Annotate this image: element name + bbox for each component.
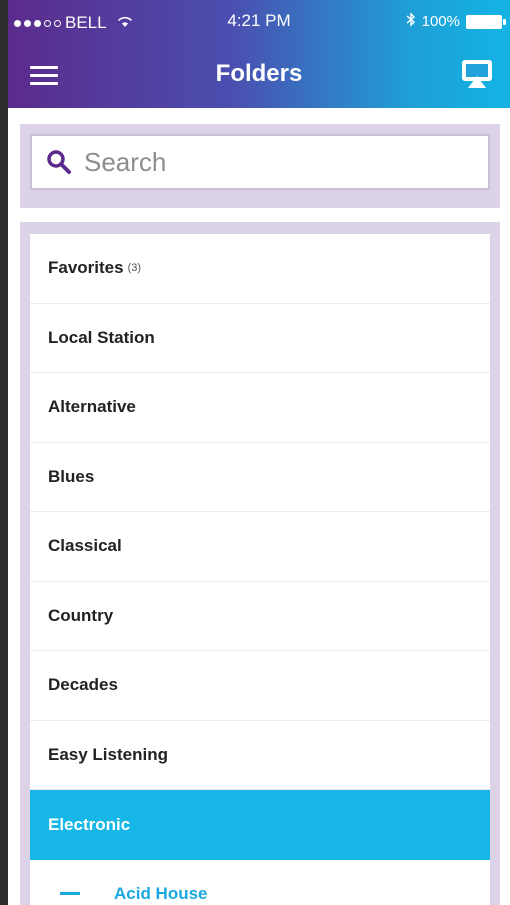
folder-label: Alternative	[48, 397, 136, 417]
airplay-icon[interactable]	[460, 58, 494, 90]
folder-item-local-station[interactable]: Local Station	[30, 304, 490, 373]
folder-label: Electronic	[48, 814, 131, 834]
folder-item-favorites[interactable]: Favorites (3)	[30, 234, 490, 304]
page-title: Folders	[215, 60, 303, 87]
folder-count: (3)	[127, 262, 142, 275]
folder-label: Decades	[48, 675, 118, 695]
status-bar: BELL 4:21 PM 100%	[8, 0, 510, 40]
subfolder-item-acid-house[interactable]: Acid House	[30, 860, 490, 905]
folder-label: Blues	[48, 466, 95, 486]
search-panel	[20, 124, 500, 208]
folder-label: Country	[48, 605, 114, 625]
app-screen: BELL 4:21 PM 100% Folders Search Favorit…	[8, 0, 510, 905]
folder-item-country[interactable]: Country	[30, 582, 490, 651]
folder-item-decades[interactable]: Decades	[30, 651, 490, 721]
status-right: 100%	[406, 12, 506, 31]
folder-item-blues[interactable]: Blues	[30, 443, 490, 512]
search-box[interactable]	[30, 134, 490, 190]
folder-label: Easy Listening	[48, 744, 168, 764]
nav-bar: Folders	[8, 40, 510, 108]
header: BELL 4:21 PM 100% Folders	[8, 0, 510, 108]
collapse-minus-icon[interactable]	[60, 892, 80, 896]
search-icon	[44, 147, 74, 177]
folder-item-easy-listening[interactable]: Easy Listening	[30, 721, 490, 790]
battery-icon	[466, 14, 506, 29]
subfolder-label: Acid House	[114, 883, 208, 903]
device-frame: BELL 4:21 PM 100% Folders Search Favorit…	[0, 0, 510, 905]
folder-item-classical[interactable]: Classical	[30, 512, 490, 582]
bluetooth-icon	[406, 12, 416, 31]
folder-item-electronic[interactable]: Electronic	[30, 790, 490, 860]
folder-label: Favorites	[48, 258, 124, 278]
folder-label: Local Station	[48, 327, 155, 347]
folder-list: Favorites (3) Local Station Alternative …	[30, 234, 490, 905]
folders-panel: Favorites (3) Local Station Alternative …	[20, 222, 500, 905]
search-input[interactable]	[84, 146, 464, 178]
folder-item-alternative[interactable]: Alternative	[30, 373, 490, 443]
folder-label: Classical	[48, 536, 122, 556]
battery-percent: 100%	[421, 13, 460, 30]
